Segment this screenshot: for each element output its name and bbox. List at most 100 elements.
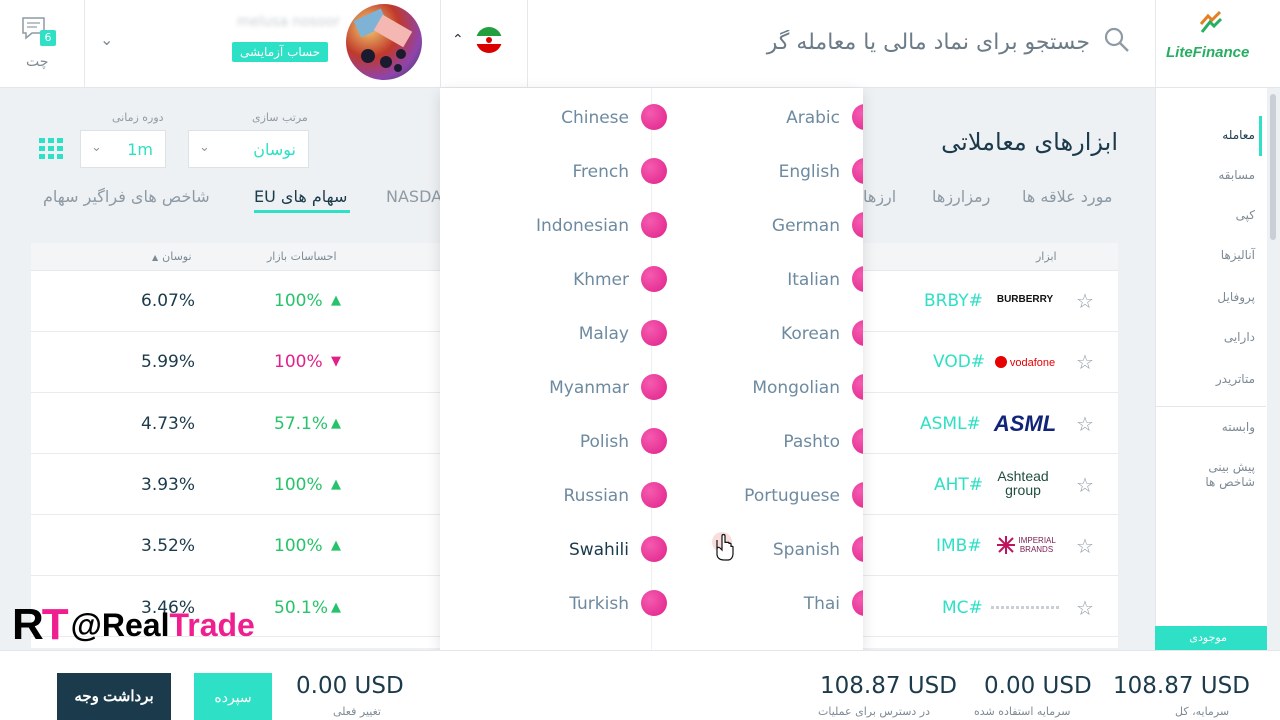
language-option-italian[interactable]: Italian — [678, 262, 863, 302]
total-capital-value: 108.87 USD — [1113, 673, 1250, 699]
symbol[interactable]: ASML# — [920, 414, 981, 434]
column-instrument[interactable]: ابزار — [1036, 250, 1057, 263]
star-icon[interactable]: ☆ — [1076, 350, 1094, 374]
brand-logo-asml: ASML — [993, 411, 1057, 436]
language-option-indonesian[interactable]: Indonesian — [467, 208, 667, 248]
grid-view-icon[interactable] — [38, 137, 64, 161]
sidebar-item-index-forecast[interactable]: پیش بینی شاخص ها — [1195, 460, 1255, 490]
tab-crypto[interactable]: رمزارزها — [932, 187, 990, 206]
sidebar-item-affiliate[interactable]: وابسته — [1222, 420, 1255, 434]
symbol[interactable]: MC# — [942, 598, 983, 618]
imperial-emblem-icon — [996, 536, 1015, 554]
star-icon[interactable]: ☆ — [1076, 534, 1094, 558]
sidebar-item-contest[interactable]: مسابقه — [1218, 168, 1255, 182]
language-option-swahili[interactable]: Swahili — [467, 532, 667, 572]
sidebar-item-copy[interactable]: کپی — [1236, 208, 1255, 222]
sort-select[interactable]: نوسان ⌄ — [188, 130, 309, 168]
english-flag-icon — [852, 158, 863, 184]
malay-flag-icon — [641, 320, 667, 346]
period-label: دوره زمانی — [112, 111, 164, 124]
column-sentiment[interactable]: احساسات بازار — [267, 250, 337, 263]
star-icon[interactable]: ☆ — [1076, 289, 1094, 313]
brand-logo-imperial: IMPERIAL BRANDS — [991, 535, 1059, 555]
language-option-spanish[interactable]: Spanish — [678, 532, 863, 572]
symbol[interactable]: VOD# — [933, 352, 985, 372]
language-label: Thai — [803, 594, 840, 614]
language-option-thai[interactable]: Thai — [678, 586, 863, 626]
tab-favorites[interactable]: مورد علاقه ها — [1022, 187, 1113, 206]
language-option-russian[interactable]: Russian — [467, 478, 667, 518]
column-volatility-label: نوسان — [162, 250, 192, 263]
language-label: Khmer — [573, 270, 629, 290]
language-label: Chinese — [561, 108, 629, 128]
language-option-polish[interactable]: Polish — [467, 424, 667, 464]
up-arrow-icon: ▲ — [331, 477, 341, 492]
chevron-down-icon[interactable]: ⌄ — [100, 30, 113, 49]
language-label: French — [572, 162, 629, 182]
language-option-myanmar[interactable]: Myanmar — [467, 370, 667, 410]
symbol[interactable]: IMB# — [936, 536, 982, 556]
header-divider — [440, 0, 441, 88]
language-option-portuguese[interactable]: Portuguese — [678, 478, 863, 518]
symbol[interactable]: BRBY# — [924, 291, 983, 311]
language-option-mongolian[interactable]: Mongolian — [678, 370, 863, 410]
star-icon[interactable]: ☆ — [1076, 412, 1094, 436]
sidebar-item-analysis[interactable]: آنالیزها — [1221, 248, 1255, 262]
tab-stock-indices[interactable]: شاخص های فراگیر سهام — [43, 187, 210, 206]
app-root: LiteFinance ⌃ melusa nosoor حساب آزمایشی — [0, 0, 1280, 720]
language-label: Polish — [579, 432, 629, 452]
language-option-chinese[interactable]: Chinese — [467, 100, 667, 140]
language-label: Pashto — [783, 432, 840, 452]
language-label: German — [771, 216, 840, 236]
star-icon[interactable]: ☆ — [1076, 473, 1094, 497]
brand-logo[interactable]: LiteFinance — [1160, 8, 1260, 68]
period-select[interactable]: 1m ⌄ — [80, 130, 166, 168]
language-option-malay[interactable]: Malay — [467, 316, 667, 356]
language-option-turkish[interactable]: Turkish — [467, 586, 667, 626]
balance-tab[interactable]: موجودی — [1155, 626, 1267, 650]
search-icon[interactable] — [1103, 26, 1131, 54]
search-input[interactable] — [600, 22, 1090, 62]
language-option-korean[interactable]: Korean — [678, 316, 863, 356]
iran-flag-icon[interactable] — [476, 27, 502, 53]
language-option-khmer[interactable]: Khmer — [467, 262, 667, 302]
sidebar-item-trade[interactable]: معامله — [1222, 128, 1255, 142]
language-option-french[interactable]: French — [467, 154, 667, 194]
up-arrow-icon: ▲ — [331, 293, 341, 308]
used-capital-label: سرمایه استفاده شده — [974, 705, 1071, 718]
chevron-down-icon: ⌄ — [91, 140, 102, 155]
language-option-english[interactable]: English — [678, 154, 863, 194]
language-option-pashto[interactable]: Pashto — [678, 424, 863, 464]
sidebar-active-indicator — [1259, 116, 1262, 156]
language-label: English — [778, 162, 840, 182]
header-divider — [84, 0, 85, 88]
sort-label: مرتب سازی — [252, 111, 308, 124]
language-option-arabic[interactable]: Arabic — [678, 100, 863, 140]
avatar[interactable] — [346, 4, 422, 80]
user-name: melusa nosoor — [237, 14, 340, 30]
swahili-flag-icon — [641, 536, 667, 562]
tab-eu-stocks[interactable]: سهام های EU — [254, 187, 347, 206]
current-change-label: تغییر فعلی — [333, 705, 381, 718]
current-change-value: 0.00 USD — [296, 673, 404, 699]
withdraw-button[interactable]: برداشت وجه — [57, 673, 171, 720]
column-volatility[interactable]: ▲ نوسان — [152, 250, 192, 263]
sentiment-value: 57.1% — [274, 414, 329, 434]
tab-currencies[interactable]: ارزها — [863, 187, 896, 206]
chat-button[interactable]: 6 چت — [14, 12, 64, 76]
language-option-german[interactable]: German — [678, 208, 863, 248]
chevron-up-icon[interactable]: ⌃ — [452, 32, 464, 48]
sidebar-item-assets[interactable]: دارایی — [1224, 330, 1255, 344]
brand-name: LiteFinance — [1166, 44, 1250, 61]
sidebar-item-profile[interactable]: پروفایل — [1217, 290, 1255, 304]
language-label: Arabic — [786, 108, 840, 128]
star-icon[interactable]: ☆ — [1076, 596, 1094, 620]
bottom-bar: برداشت وجه سپرده 0.00 USD تغییر فعلی 108… — [0, 650, 1280, 720]
sentiment-value: 50.1% — [274, 598, 329, 618]
deposit-button[interactable]: سپرده — [194, 673, 272, 720]
hand-cursor-icon — [712, 532, 734, 561]
symbol[interactable]: AHT# — [934, 475, 983, 495]
scrollbar-thumb[interactable] — [1270, 94, 1276, 240]
sidebar-item-metatrader[interactable]: متاتریدر — [1216, 372, 1255, 386]
italian-flag-icon — [852, 266, 863, 292]
